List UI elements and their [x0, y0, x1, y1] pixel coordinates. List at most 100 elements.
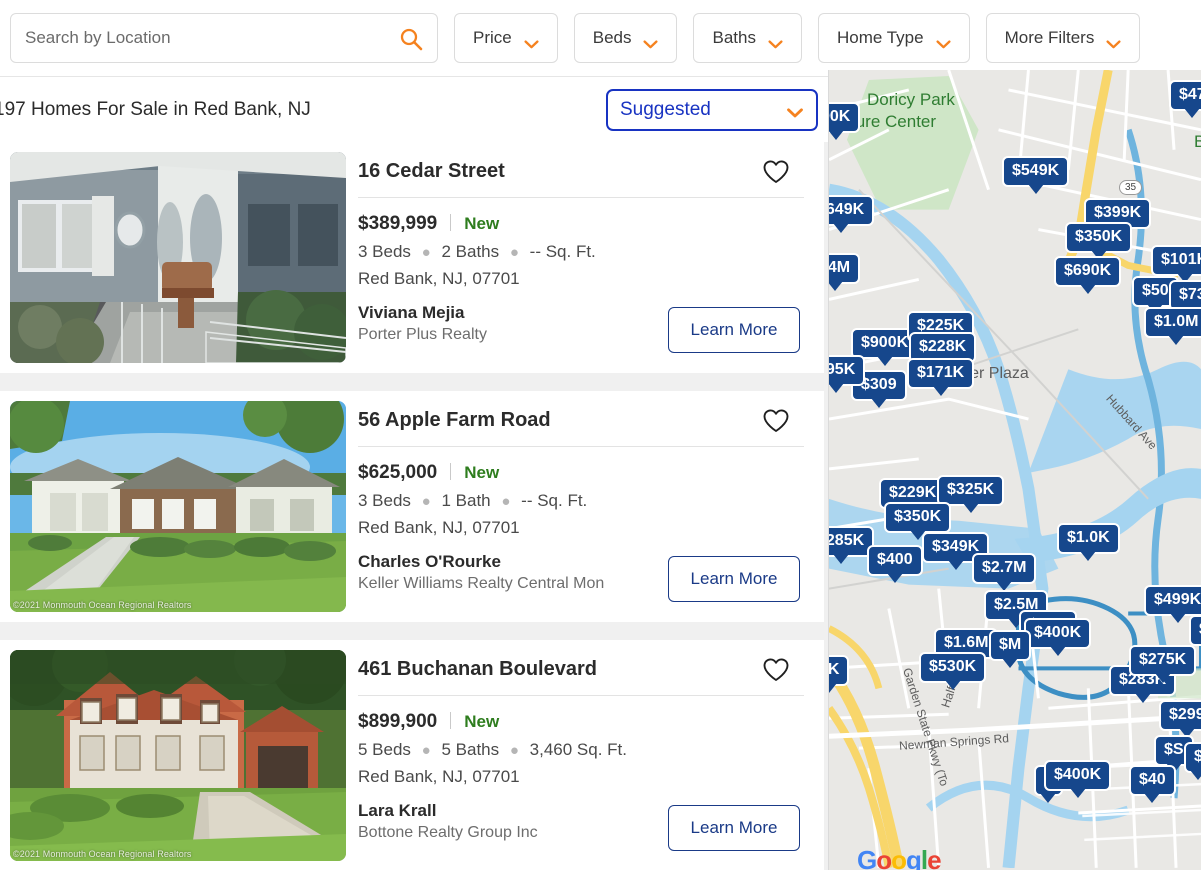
map-price-marker[interactable]: 00K: [829, 102, 861, 133]
listing-price-row: $389,999 New: [358, 212, 814, 235]
search-box[interactable]: [10, 13, 438, 63]
fact-separator-dot: ●: [509, 244, 519, 261]
listing-baths: 2 Baths: [441, 242, 500, 261]
map-price-marker[interactable]: $275K: [1129, 645, 1197, 676]
listing-title-row: 461 Buchanan Boulevard: [358, 658, 804, 696]
map-price-marker[interactable]: $1.0K: [1057, 523, 1120, 554]
chevron-down-icon: [643, 34, 659, 48]
learn-more-button[interactable]: Learn More: [668, 805, 800, 851]
listing-baths: 5 Baths: [441, 740, 500, 759]
map-price-marker[interactable]: $649K: [829, 195, 875, 226]
heart-icon[interactable]: [762, 408, 790, 434]
map-price-marker[interactable]: $530K: [919, 652, 987, 683]
map-price-marker[interactable]: $: [1184, 742, 1201, 773]
real-estate-search-page: Price Beds Baths Home Type More Filters: [0, 0, 1201, 870]
listing-address[interactable]: 461 Buchanan Boulevard: [358, 658, 597, 681]
filter-label: Home Type: [836, 28, 924, 47]
listing-sqft: -- Sq. Ft.: [529, 242, 596, 261]
results-count: 197 Homes For Sale in Red Bank, NJ: [0, 98, 311, 120]
google-logo: Google: [857, 845, 942, 870]
listing-title-row: 56 Apple Farm Road: [358, 409, 804, 447]
sort-dropdown[interactable]: Suggested: [606, 88, 818, 131]
listing-price-row: $625,000 New: [358, 461, 814, 484]
heart-icon[interactable]: [762, 159, 790, 185]
map-price-marker[interactable]: $690K: [1054, 256, 1122, 287]
listing-agent-name: Charles O'Rourke: [358, 552, 501, 571]
status-badge: New: [464, 712, 500, 731]
listing-photo[interactable]: ©2021 Monmouth Ocean Regional Realtors: [10, 650, 346, 861]
search-input[interactable]: [25, 14, 423, 62]
status-badge: New: [464, 463, 500, 482]
listing-facts: 5 Beds ● 5 Baths ● 3,460 Sq. Ft.: [358, 740, 814, 760]
fact-separator-dot: ●: [501, 493, 511, 510]
listing-beds: 3 Beds: [358, 242, 411, 261]
listing-card[interactable]: ©2021 Monmouth Ocean Regional Realtors 4…: [0, 640, 824, 870]
sort-selected-value: Suggested: [620, 98, 711, 120]
listing-brokerage: Porter Plus Realty: [358, 326, 487, 343]
listing-beds: 3 Beds: [358, 491, 411, 510]
fact-separator-dot: ●: [421, 493, 431, 510]
listing-details: 461 Buchanan Boulevard $899,900 New 5 Be…: [346, 650, 814, 861]
listing-location: Red Bank, NJ, 07701: [358, 269, 520, 288]
filter-button-home-type[interactable]: Home Type: [817, 13, 970, 63]
map-price-marker[interactable]: $95K: [829, 355, 866, 386]
listing-price-row: $899,900 New: [358, 710, 814, 733]
listing-location: Red Bank, NJ, 07701: [358, 518, 520, 537]
photo-watermark: ©2021 Monmouth Ocean Regional Realtors: [13, 600, 192, 610]
price-divider: [450, 712, 452, 729]
map-price-marker[interactable]: $4: [1189, 615, 1201, 646]
learn-more-button[interactable]: Learn More: [668, 556, 800, 602]
filter-button-more-filters[interactable]: More Filters: [985, 13, 1141, 63]
listing-details: 56 Apple Farm Road $625,000 New 3 Beds ●…: [346, 401, 814, 612]
map-price-marker[interactable]: $K: [829, 655, 850, 686]
map-price-marker[interactable]: $325K: [937, 475, 1005, 506]
map-price-marker[interactable]: $M: [989, 630, 1032, 661]
map-price-marker[interactable]: $1.0M: [1144, 307, 1201, 338]
listing-card[interactable]: 16 Cedar Street $389,999 New 3 Beds ● 2 …: [0, 142, 824, 373]
listing-card[interactable]: ©2021 Monmouth Ocean Regional Realtors 5…: [0, 391, 824, 622]
filter-button-beds[interactable]: Beds: [573, 13, 678, 63]
filter-button-price[interactable]: Price: [454, 13, 558, 63]
map-panel[interactable]: Doricy Park ture Center River Plaza Hubb…: [828, 70, 1201, 870]
map-price-marker[interactable]: $101K: [1151, 245, 1201, 276]
filter-button-baths[interactable]: Baths: [693, 13, 802, 63]
listing-photo[interactable]: [10, 152, 346, 363]
map-price-marker[interactable]: $350K: [884, 502, 952, 533]
map-price-marker[interactable]: $499K: [1144, 585, 1201, 616]
listings-list[interactable]: 16 Cedar Street $389,999 New 3 Beds ● 2 …: [0, 142, 828, 870]
chevron-down-icon: [1106, 34, 1121, 48]
listing-brokerage: Bottone Realty Group Inc: [358, 824, 538, 841]
listing-location: Red Bank, NJ, 07701: [358, 767, 520, 786]
listing-title-row: 16 Cedar Street: [358, 160, 804, 198]
map-price-marker[interactable]: $400K: [1024, 618, 1092, 649]
listing-sqft: 3,460 Sq. Ft.: [529, 740, 627, 759]
filter-bar: Price Beds Baths Home Type More Filters: [0, 0, 1201, 77]
search-icon[interactable]: [399, 27, 423, 51]
map-price-marker[interactable]: $2.7M: [972, 553, 1037, 584]
listing-price: $899,900: [358, 711, 438, 732]
learn-more-button[interactable]: Learn More: [668, 307, 800, 353]
filter-label: Price: [473, 28, 512, 47]
chevron-down-icon: [524, 34, 539, 48]
chevron-down-icon: [768, 34, 783, 48]
map-price-marker[interactable]: $4M: [829, 253, 861, 284]
map-price-marker[interactable]: $40: [1129, 765, 1176, 796]
listing-facts: 3 Beds ● 1 Bath ● -- Sq. Ft.: [358, 491, 814, 511]
map-price-marker[interactable]: $299: [1159, 700, 1201, 731]
map-price-marker[interactable]: $400K: [1044, 760, 1112, 791]
listing-photo[interactable]: ©2021 Monmouth Ocean Regional Realtors: [10, 401, 346, 612]
map-price-marker[interactable]: $171K: [907, 358, 975, 389]
listing-agent-name: Viviana Mejia: [358, 303, 465, 322]
map-price-marker[interactable]: $549K: [1002, 156, 1070, 187]
listing-beds: 5 Beds: [358, 740, 411, 759]
map-price-marker[interactable]: $350K: [1065, 222, 1133, 253]
fact-separator-dot: ●: [421, 742, 431, 759]
listing-agent-block: Lara Krall Bottone Realty Group Inc: [358, 801, 678, 842]
map-price-marker[interactable]: $47: [1169, 80, 1201, 111]
listing-address[interactable]: 56 Apple Farm Road: [358, 409, 551, 432]
filter-label: More Filters: [1004, 28, 1095, 47]
heart-icon[interactable]: [762, 657, 790, 683]
listing-facts: 3 Beds ● 2 Baths ● -- Sq. Ft.: [358, 242, 814, 262]
listing-address[interactable]: 16 Cedar Street: [358, 160, 505, 183]
map-price-marker[interactable]: $400: [867, 545, 923, 576]
